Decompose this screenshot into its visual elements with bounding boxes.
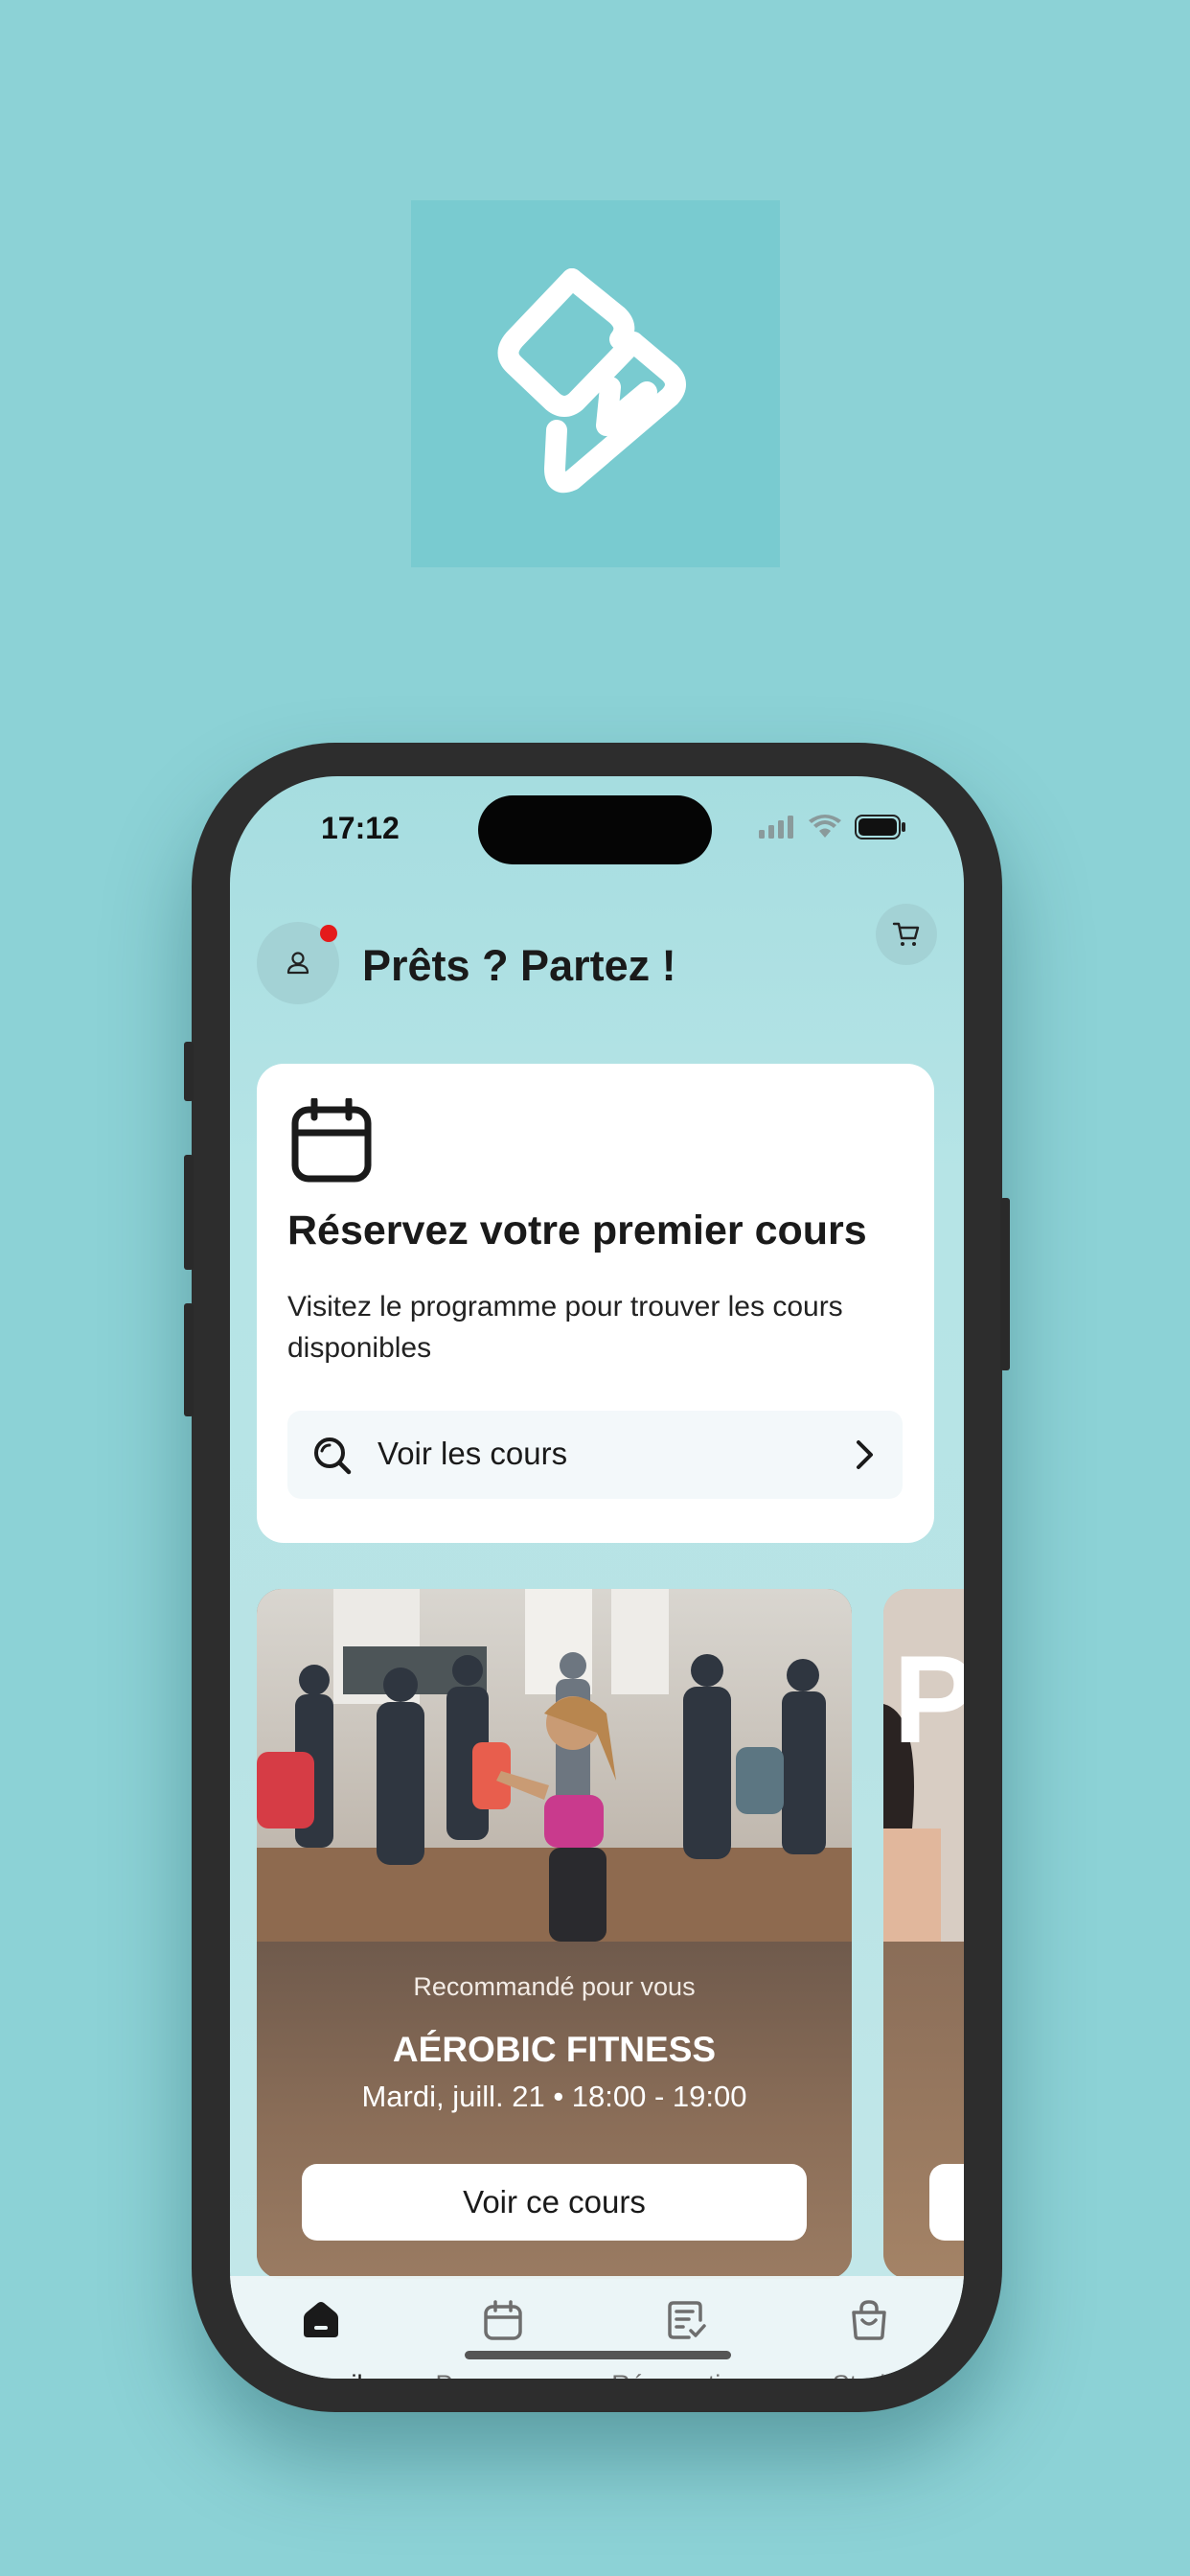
cart-icon (892, 922, 920, 946)
first-booking-card: Réservez votre premier cours Visitez le … (257, 1064, 934, 1543)
tab-label: Accueil (230, 2370, 412, 2379)
next-recommended-card[interactable]: P (883, 1589, 964, 2279)
brand-logo (411, 200, 780, 567)
home-indicator (465, 2351, 731, 2359)
mute-switch (184, 1042, 194, 1101)
app-screen: 17:12 Prêts ? Partez ! Réservez votre pr… (230, 776, 964, 2379)
volume-down-button (184, 1303, 194, 1416)
next-card-letter: P (893, 1629, 964, 1769)
dynamic-island (478, 795, 712, 864)
wifi-icon (809, 815, 841, 838)
volume-up-button (184, 1155, 194, 1270)
brand-logo-icon (497, 268, 686, 494)
class-photo (257, 1589, 852, 1942)
card-description: Visitez le programme pour trouver les co… (287, 1291, 843, 1364)
bookings-icon (668, 2301, 706, 2339)
card-title: Réservez votre premier cours (287, 1208, 867, 1254)
view-classes-button[interactable]: Voir les cours (287, 1411, 903, 1499)
search-icon (314, 1438, 352, 1475)
power-button (1000, 1198, 1010, 1370)
page-title: Prêts ? Partez ! (362, 941, 676, 990)
tab-accueil[interactable]: Accueil (230, 2276, 412, 2379)
tab-programme[interactable]: Programme (412, 2276, 594, 2379)
signal-icon (759, 816, 793, 839)
notification-badge (320, 925, 337, 942)
status-icons (759, 815, 906, 840)
tab-reservations[interactable]: Réservations (596, 2276, 778, 2379)
recommended-tag: Recommandé pour vous (413, 1972, 696, 2001)
home-icon (304, 2302, 338, 2337)
calendar-icon (291, 1098, 372, 1183)
shopping-bag-icon (852, 2300, 886, 2340)
tab-studio[interactable]: Studio (778, 2276, 960, 2379)
battery-icon (855, 815, 905, 840)
tab-label: Programme (412, 2370, 594, 2379)
phone-frame: 17:12 Prêts ? Partez ! Réservez votre pr… (184, 743, 1010, 2412)
user-icon (286, 952, 309, 975)
class-schedule: Mardi, juill. 21 • 18:00 - 19:00 (361, 2080, 747, 2113)
class-info-panel: Recommandé pour vous AÉROBIC FITNESS Mar… (257, 1942, 852, 2279)
class-name: AÉROBIC FITNESS (392, 2030, 717, 2069)
tab-label: Studio (778, 2370, 960, 2379)
calendar-icon (484, 2300, 522, 2340)
chevron-right-icon (857, 1440, 873, 1469)
view-classes-label: Voir les cours (378, 1436, 568, 1471)
status-time: 17:12 (321, 811, 400, 845)
recommended-class-card[interactable]: Recommandé pour vous AÉROBIC FITNESS Mar… (257, 1589, 852, 2279)
next-card-button[interactable] (929, 2164, 964, 2241)
tab-bar: Accueil Programme (230, 2276, 964, 2379)
cart-button[interactable] (876, 904, 937, 965)
tab-label: Réservations (596, 2370, 778, 2379)
view-class-button[interactable]: Voir ce cours (302, 2164, 807, 2241)
